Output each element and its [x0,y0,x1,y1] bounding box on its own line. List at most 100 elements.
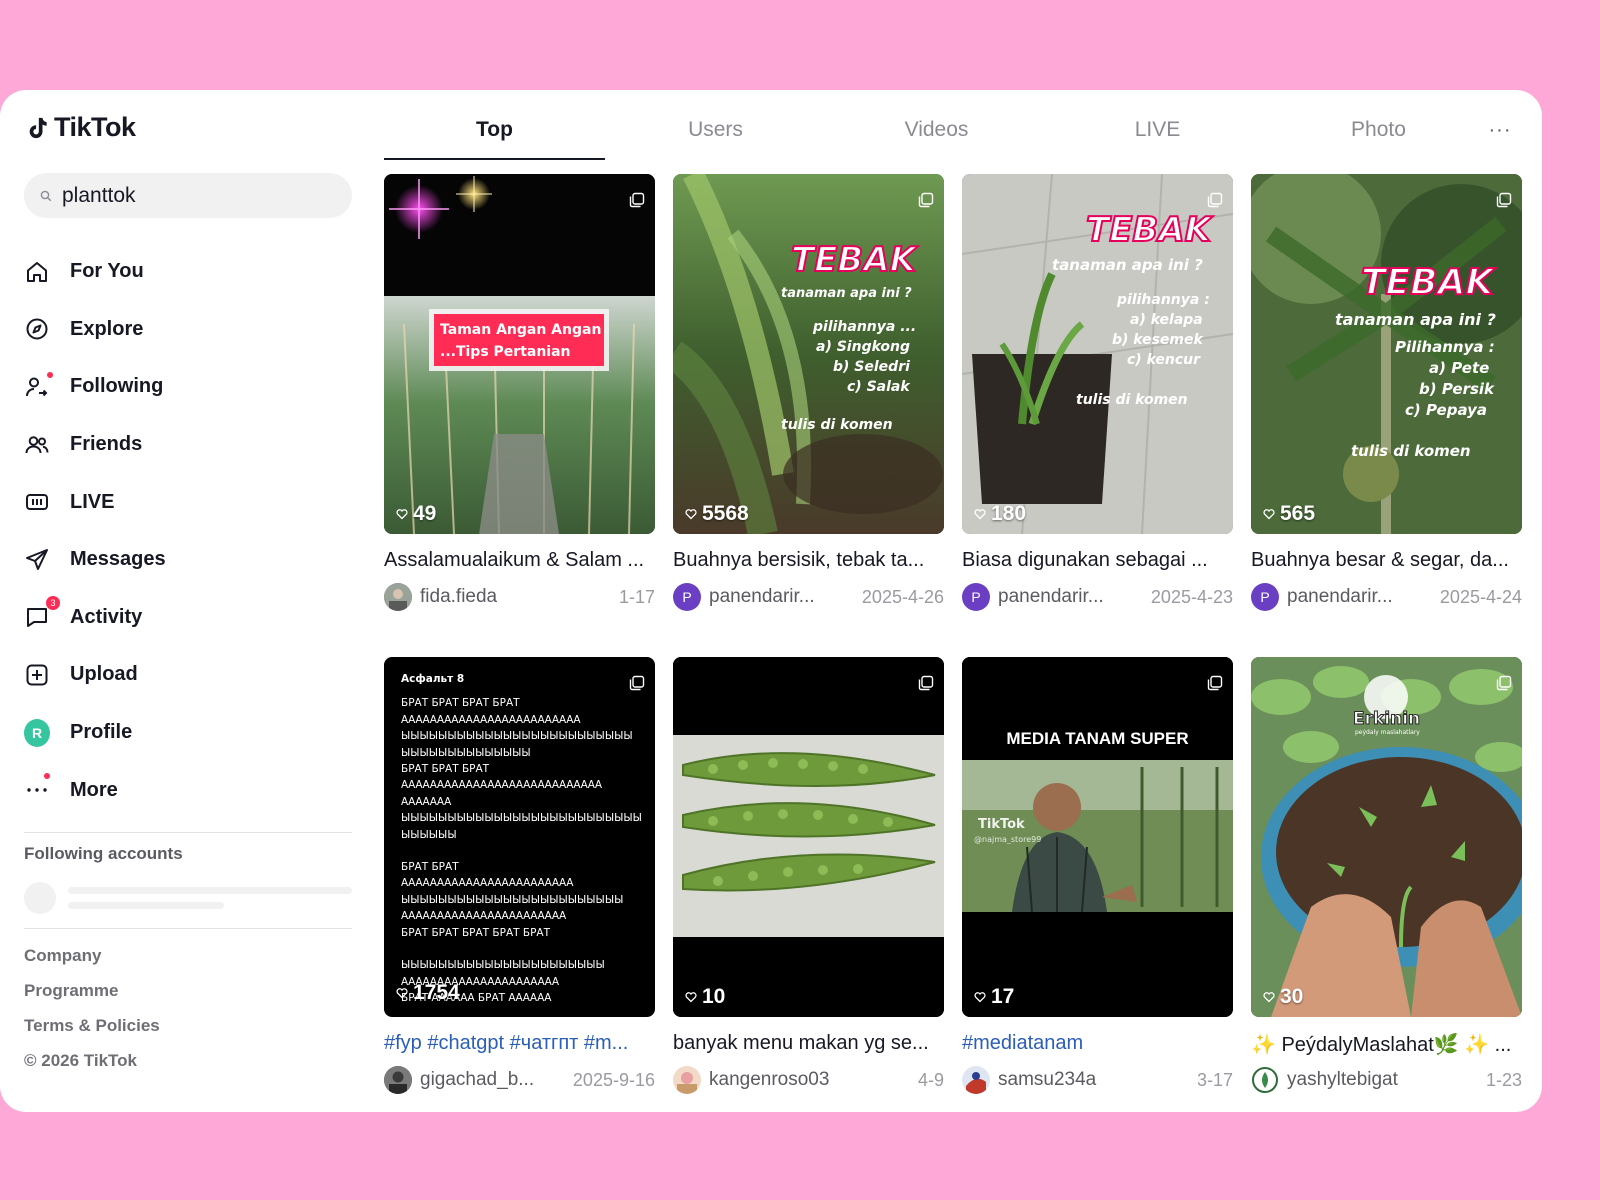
copyright: © 2026 TikTok [24,1051,138,1070]
sidebar-item-explore[interactable]: Explore [24,301,354,359]
sidebar-item-messages[interactable]: Messages [24,531,354,589]
sidebar-item-label: For You [70,260,144,283]
video-card[interactable]: Taman Angan Angan ...Tips Pertanian 49 A… [384,174,655,614]
username[interactable]: yashyltebigat [1287,1069,1476,1091]
footer-link-programme[interactable]: Programme [24,973,160,1008]
overlay-text: tanaman apa ini ? [781,286,912,301]
username[interactable]: kangenroso03 [709,1069,908,1091]
sidebar-item-label: Profile [70,721,133,744]
video-description[interactable]: Biasa digunakan sebagai ... [962,549,1233,572]
post-date: 2025-4-23 [1150,586,1233,607]
heart-icon [974,509,986,520]
video-card[interactable]: Асфальт 8 БРАТ БРАТ БРАТ БРАТ АААААААААА… [384,657,655,1097]
video-description[interactable]: #fyp #chatgpt #чатгпт #m... [384,1032,655,1055]
video-thumbnail[interactable]: TEBAK tanaman apa ini ? Pilihannya : a) … [1251,174,1522,534]
video-thumbnail[interactable]: MEDIA TANAM SUPER TikTok @najma_store99 … [962,657,1233,1017]
overlay-title: TEBAK [790,239,917,281]
user-avatar[interactable]: P [1251,583,1279,611]
skeleton-line [68,887,352,894]
tabs-more-button[interactable]: ··· [1480,106,1520,154]
sidebar-item-profile[interactable]: R Profile [24,704,354,762]
search-bar[interactable] [24,173,352,218]
footer-link-terms[interactable]: Terms & Policies [24,1008,160,1043]
search-input[interactable] [62,183,322,208]
like-count: 17 [974,985,1014,1009]
sidebar-item-label: LIVE [70,490,115,513]
send-icon [24,547,50,573]
username[interactable]: panendarir... [1287,586,1430,608]
username[interactable]: fida.fieda [420,586,609,608]
sidebar-item-label: Explore [70,317,144,340]
username[interactable]: samsu234a [998,1069,1187,1091]
user-avatar[interactable]: P [673,583,701,611]
video-description[interactable]: #mediatanam [962,1032,1233,1055]
video-description[interactable]: Assalamualaikum & Salam ... [384,549,655,572]
sidebar-item-more[interactable]: More [24,761,354,819]
tab-top[interactable]: Top [384,106,605,160]
video-thumbnail[interactable]: Erkinin peýdaly maslahatlary 30 [1251,657,1522,1017]
overlay-text: tanaman apa ini ? [1052,256,1203,274]
user-avatar[interactable] [1251,1066,1279,1094]
tab-photo[interactable]: Photo [1268,106,1489,154]
overlay-text: tulis di komen [1351,442,1471,460]
username[interactable]: panendarir... [709,586,852,608]
video-card[interactable]: TEBAK tanaman apa ini ? pilihannya ... a… [673,174,944,614]
user-avatar[interactable] [962,1066,990,1094]
video-thumbnail[interactable]: Асфальт 8 БРАТ БРАТ БРАТ БРАТ АААААААААА… [384,657,655,1017]
video-card[interactable]: 10 banyak menu makan yg se... kangenroso… [673,657,944,1097]
video-thumbnail[interactable]: TEBAK tanaman apa ini ? pilihannya : a) … [962,174,1233,534]
footer-link-company[interactable]: Company [24,938,160,973]
user-avatar[interactable] [384,583,412,611]
search-icon [40,190,52,201]
footer-links: Company Programme Terms & Policies © 202… [24,938,160,1078]
video-description[interactable]: ✨ PeýdalyMaslahat🌿 ✨ ... [1251,1032,1522,1057]
tiktok-logo[interactable]: TikTok [26,112,136,143]
watermark-logo: Erkinin [1352,709,1421,730]
user-avatar[interactable] [384,1066,412,1094]
sidebar-item-for-you[interactable]: For You [24,243,354,301]
overlay-text: c) Salak [847,379,910,395]
sidebar-item-upload[interactable]: Upload [24,646,354,704]
sidebar-item-activity[interactable]: 3 Activity [24,589,354,647]
overlay-text: b) kesemek [1112,332,1203,348]
sidebar-item-label: More [70,778,118,801]
tab-users[interactable]: Users [605,106,826,154]
sidebar-item-friends[interactable]: Friends [24,416,354,474]
video-meta: P panendarir... 2025-4-26 [673,583,944,611]
post-date: 3-17 [1196,1069,1233,1090]
video-description[interactable]: banyak menu makan yg se... [673,1032,944,1055]
video-card[interactable]: Erkinin peýdaly maslahatlary 30 ✨ Peýdal… [1251,657,1522,1097]
following-accounts-title: Following accounts [24,844,183,863]
compass-icon [24,316,50,342]
video-thumbnail[interactable]: Taman Angan Angan ...Tips Pertanian 49 [384,174,655,534]
sidebar-item-live[interactable]: LIVE [24,473,354,531]
sidebar: TikTok For You Explore Following Friends [0,90,370,1112]
video-card[interactable]: TEBAK tanaman apa ini ? pilihannya : a) … [962,174,1233,614]
video-thumbnail[interactable]: TEBAK tanaman apa ini ? pilihannya ... a… [673,174,944,534]
overlay-text: pilihannya : [1117,292,1210,308]
video-description[interactable]: Buahnya besar & segar, da... [1251,549,1522,572]
video-thumbnail[interactable]: 10 [673,657,944,1017]
tab-live[interactable]: LIVE [1047,106,1268,154]
video-card[interactable]: TEBAK tanaman apa ini ? Pilihannya : a) … [1251,174,1522,614]
like-count: 30 [1263,985,1303,1009]
video-description[interactable]: Buahnya bersisik, tebak ta... [673,549,944,572]
user-avatar[interactable] [673,1066,701,1094]
more-icon [24,773,50,803]
username[interactable]: gigachad_b... [420,1069,563,1091]
like-count: 5568 [685,502,749,526]
post-date: 2025-4-26 [861,586,944,607]
multi-video-icon [629,675,645,691]
sidebar-divider [24,832,352,833]
search-tabs: Top Users Videos LIVE Photo ··· [384,106,1520,160]
sidebar-item-following[interactable]: Following [24,358,354,416]
overlay-text: pilihannya ... [813,319,917,335]
overlay-title: TEBAK [1085,209,1212,251]
post-date: 1-17 [618,586,655,607]
video-card[interactable]: MEDIA TANAM SUPER TikTok @najma_store99 … [962,657,1233,1097]
username[interactable]: panendarir... [998,586,1141,608]
user-avatar[interactable]: P [962,583,990,611]
profile-avatar: R [24,718,50,747]
overlay-text-block: Асфальт 8 БРАТ БРАТ БРАТ БРАТ АААААААААА… [401,673,641,1004]
tab-videos[interactable]: Videos [826,106,1047,154]
